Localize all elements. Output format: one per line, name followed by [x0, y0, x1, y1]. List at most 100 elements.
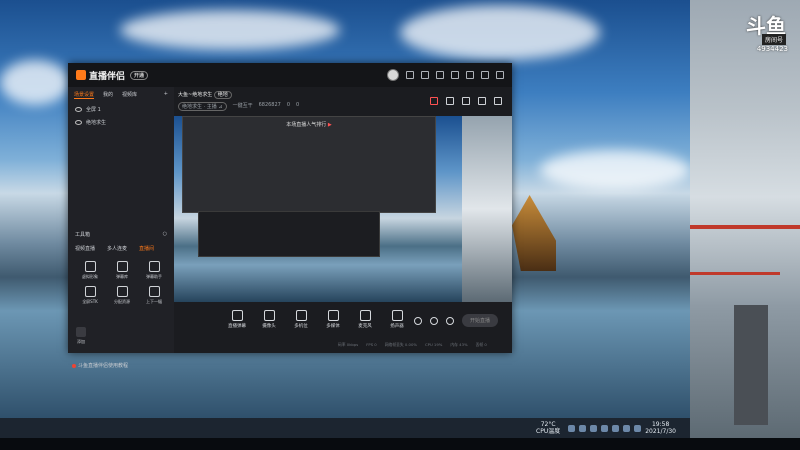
tray-app-icon[interactable] [579, 424, 587, 432]
tool-grid: 虚拟形象 弹幕库 弹幕助手 全屏STK 分配资源 上下一幅 [74, 261, 170, 305]
notice-text: 斗鱼直播伴侣使用教程 [78, 363, 129, 369]
tab-mine[interactable]: 我的 [103, 91, 113, 99]
cloud [400, 5, 600, 60]
scene-panel: 场景设置 我的 视频库 + 全屏 1 绝地求生 工具箱 ○ 视频直播 多人连麦 … [68, 87, 174, 369]
app-logo-icon [76, 70, 86, 80]
tray-app-icon[interactable] [601, 424, 609, 432]
resource-icon [116, 286, 128, 297]
skin-icon[interactable] [421, 71, 429, 79]
avatar[interactable] [387, 69, 399, 81]
tools-settings-icon[interactable]: ○ [163, 231, 167, 238]
maximize-icon[interactable] [481, 71, 489, 79]
assistant-icon [148, 261, 160, 272]
side-stream-preview: 斗鱼 房间号 4934423 [690, 0, 800, 438]
popup-flag-icon: ▶ [327, 122, 332, 128]
visibility-icon[interactable] [75, 120, 82, 125]
visibility-icon[interactable] [75, 107, 82, 112]
tool-label: 弹幕助手 [146, 274, 162, 279]
views-count: 0 [296, 102, 300, 108]
crane-arm [690, 225, 800, 229]
weather-widget[interactable]: 72°C CPU温度 [536, 421, 560, 435]
room-title[interactable]: 大鱼~绝地求生 [178, 92, 212, 98]
tray-app-icon[interactable] [590, 424, 598, 432]
notice-dot-icon [72, 363, 76, 368]
tab-video-library[interactable]: 视频库 [122, 91, 137, 99]
tool-label: 多机位 [294, 324, 308, 329]
switch-icon [148, 286, 160, 297]
add-label: 添加 [77, 339, 85, 344]
tool-label: 多媒体 [326, 324, 340, 329]
tool-item[interactable]: 全屏STK [74, 286, 106, 305]
minimize-icon[interactable] [466, 71, 474, 79]
tool-item[interactable]: 上下一幅 [138, 286, 170, 305]
tool-label: 分配资源 [114, 299, 130, 304]
bell-icon[interactable] [478, 97, 486, 105]
close-icon[interactable] [496, 71, 504, 79]
cloud [540, 150, 690, 190]
tool-item[interactable]: 分配资源 [106, 286, 138, 305]
weather-label: CPU温度 [536, 428, 561, 435]
status-bar: 码率 0kbps FPS 0 网络帧丢失 0.00% CPU 19% 内存 43… [338, 342, 487, 348]
live-companion-window: 直播伴侣 开通 场景设置 我的 视频库 + 全屏 1 绝地求生 工具箱 ○ 视频… [68, 63, 512, 369]
message-icon[interactable] [406, 71, 414, 79]
app-name: 直播伴侣 [89, 71, 126, 82]
tool-label: 摄像头 [262, 324, 276, 329]
tool-item[interactable]: 弹幕助手 [138, 261, 170, 280]
stream-preview[interactable]: 本场直播人气排行 ▶ [174, 116, 512, 302]
tool-tab-video[interactable]: 视频直播 [75, 245, 95, 252]
menu-icon[interactable] [451, 71, 459, 79]
followers-label: 一键互干 [232, 103, 253, 109]
speaker-button[interactable]: 扬声器 [386, 310, 408, 329]
followers-count: 6826827 [258, 102, 281, 108]
vip-button[interactable]: 开通 [130, 70, 149, 80]
multi-camera-button[interactable]: 多机位 [290, 310, 312, 329]
screenshot-icon[interactable] [462, 97, 470, 105]
volume-icon[interactable] [623, 424, 631, 432]
clock-date: 2021/7/30 [645, 428, 676, 435]
danmaku-icon [231, 310, 243, 321]
settings-icon[interactable] [445, 316, 454, 325]
scene-label: 绝地求生 [86, 120, 107, 126]
tray-app-icon[interactable] [568, 424, 576, 432]
shield-icon[interactable] [436, 71, 444, 79]
record-icon[interactable] [413, 316, 422, 325]
tool-label: 扬声器 [390, 324, 404, 329]
add-icon [76, 327, 86, 337]
network-icon[interactable] [612, 424, 620, 432]
notice-link[interactable]: 斗鱼直播伴侣使用教程 [72, 362, 128, 369]
media-button[interactable]: 多媒体 [322, 310, 344, 329]
scene-item[interactable]: 全屏 1 [68, 103, 174, 116]
microphone-button[interactable]: 麦克风 [354, 310, 376, 329]
start-live-button[interactable]: 开始直播 [461, 314, 498, 327]
camera-button[interactable]: 摄像头 [258, 310, 280, 329]
multi-camera-icon [295, 310, 307, 321]
tab-scenes[interactable]: 场景设置 [74, 91, 95, 99]
tool-item[interactable]: 虚拟形象 [74, 261, 106, 280]
tool-label: 直播弹幕 [228, 324, 246, 329]
room-info: 大鱼~绝地求生 绝地 绝地求生 · 主播 ⊿ 一键互干 6826827 0 0 [178, 91, 299, 111]
room-actions [430, 97, 502, 105]
stream-controls: 开始直播 [413, 314, 498, 327]
danmaku-button[interactable]: 直播弹幕 [226, 310, 248, 329]
input-method-icon[interactable] [634, 424, 642, 432]
tool-tab-room[interactable]: 直播间 [139, 245, 154, 252]
popup-title-text: 本场直播人气排行 [286, 122, 327, 128]
scene-item[interactable]: 绝地求生 [68, 116, 174, 129]
danmaku-icon [116, 261, 128, 272]
tool-item[interactable]: 弹幕库 [106, 261, 138, 280]
cloud [120, 10, 340, 50]
clip-icon[interactable] [429, 316, 438, 325]
building-tower [734, 305, 768, 425]
gift-icon[interactable] [430, 97, 438, 105]
add-tool-button[interactable]: 添加 [76, 327, 86, 345]
status-item: 丢帧 0 [475, 342, 487, 347]
clock[interactable]: 19:58 2021/7/30 [645, 421, 676, 435]
tool-tab-multi[interactable]: 多人连麦 [107, 245, 127, 252]
lock-icon[interactable] [446, 97, 454, 105]
side-stream-tag: 房间号 [761, 34, 786, 45]
add-scene-icon[interactable]: + [164, 91, 168, 99]
tool-label: 上下一幅 [146, 299, 162, 304]
share-icon[interactable] [494, 97, 502, 105]
room-category[interactable]: 绝地求生 · 主播 ⊿ [178, 102, 227, 111]
crane-arm [690, 272, 780, 275]
